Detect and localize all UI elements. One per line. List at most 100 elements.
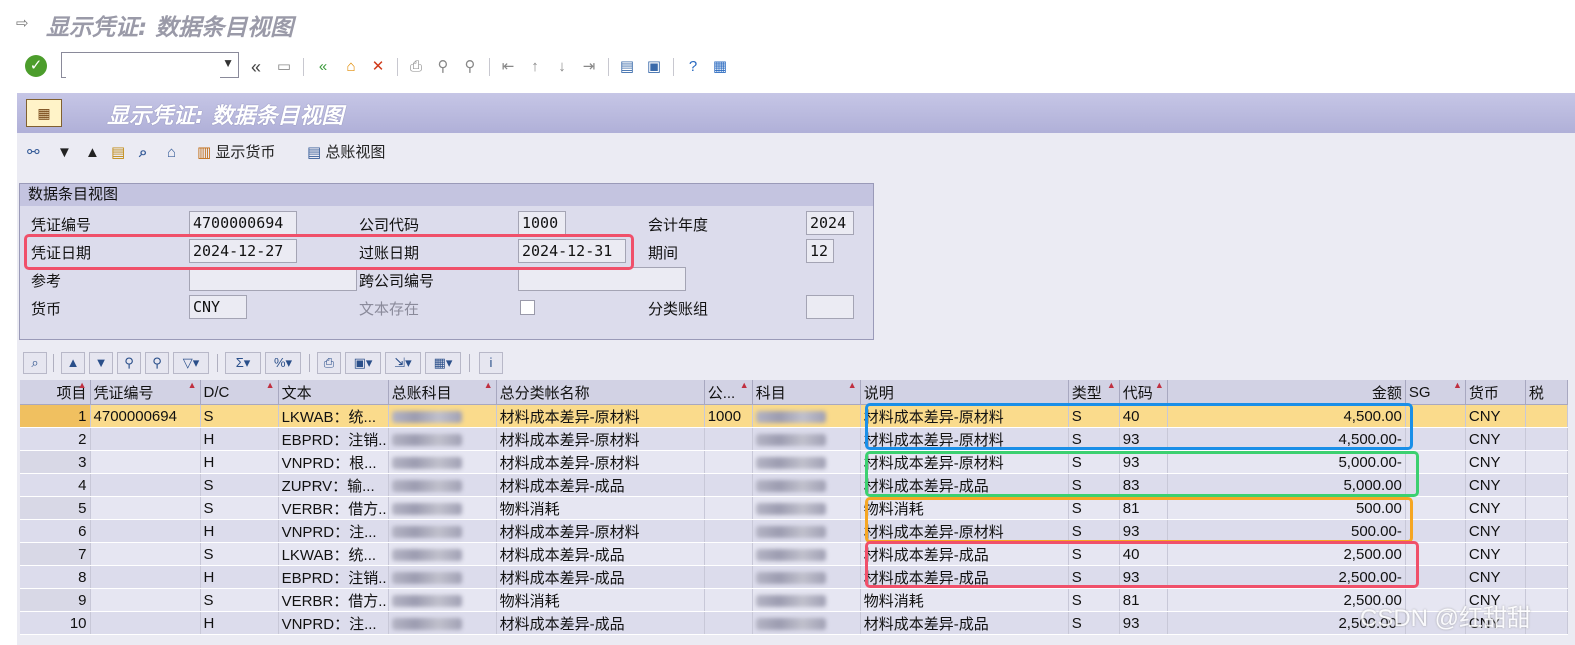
column-header[interactable]: 说明 bbox=[860, 380, 1069, 405]
table-row[interactable]: 3 H VNPRD：根... 材料成本差异-原材料 材料成本差异-原材料 S 9… bbox=[20, 450, 1569, 474]
filter-icon[interactable]: ▽▾ bbox=[173, 352, 209, 374]
item-cell: 5 bbox=[20, 496, 91, 520]
currency-field[interactable]: CNY bbox=[189, 295, 247, 319]
column-header[interactable]: ▲ 总账科目 bbox=[388, 380, 497, 405]
command-field[interactable]: ▼ bbox=[61, 52, 239, 78]
currency-cell: CNY bbox=[1465, 565, 1526, 589]
find-next-icon[interactable]: ⚲ bbox=[459, 56, 481, 78]
system-toolbar: ✓ ▼ « ▭ « ⌂ ✕ ⎙ ⚲ ⚲ ⇤ ↑ ↓ ⇥ ▤ ▣ ? ▦ bbox=[0, 46, 1575, 88]
export-icon[interactable]: ⇲▾ bbox=[385, 352, 421, 374]
find-icon[interactable]: ⚲ bbox=[117, 352, 141, 374]
first-page-icon[interactable]: ⇤ bbox=[497, 56, 519, 78]
document-number-field[interactable]: 4700000694 bbox=[189, 211, 297, 235]
dc-cell: H bbox=[200, 565, 279, 589]
sg-cell bbox=[1405, 542, 1466, 566]
next-item-icon[interactable]: ▲ bbox=[85, 142, 100, 164]
company-code-field[interactable]: 1000 bbox=[518, 211, 566, 235]
description-cell: 材料成本差异-原材料 bbox=[860, 427, 1069, 451]
sg-cell bbox=[1405, 404, 1466, 428]
shortcut-icon[interactable]: ▣ bbox=[643, 56, 665, 78]
doc-cell bbox=[90, 496, 201, 520]
item-cell: 10 bbox=[20, 611, 91, 635]
chevron-down-icon[interactable]: ▼ bbox=[222, 56, 234, 70]
collapse-icon[interactable]: « bbox=[245, 56, 267, 78]
table-row[interactable]: 4 S ZUPRV：输... 材料成本差异-成品 材料成本差异-成品 S 83 … bbox=[20, 473, 1569, 497]
gl-name-cell: 物料消耗 bbox=[496, 588, 705, 612]
posting-date-field[interactable]: 2024-12-31 bbox=[518, 239, 626, 263]
dc-cell: S bbox=[200, 404, 279, 428]
column-header[interactable]: ▲ SG bbox=[1405, 380, 1466, 405]
column-header[interactable]: 税 bbox=[1525, 380, 1569, 405]
exit-nav-icon[interactable]: ⌂ bbox=[340, 56, 362, 78]
previous-item-icon[interactable]: ▼ bbox=[57, 142, 72, 164]
sg-cell bbox=[1405, 473, 1466, 497]
save-icon[interactable]: ▭ bbox=[273, 56, 295, 78]
info-icon[interactable]: i bbox=[479, 352, 503, 374]
table-row[interactable]: 9 S VERBR：借方... 物料消耗 物料消耗 S 81 2,500.00 … bbox=[20, 588, 1569, 612]
ledger-group-field[interactable] bbox=[806, 295, 854, 319]
fiscal-year-field[interactable]: 2024 bbox=[806, 211, 854, 235]
tax-cell bbox=[1525, 473, 1569, 497]
last-page-icon[interactable]: ⇥ bbox=[578, 56, 600, 78]
table-row[interactable]: 8 H EBPRD：注销... 材料成本差异-成品 材料成本差异-成品 S 93… bbox=[20, 565, 1569, 589]
account-cell bbox=[752, 565, 861, 589]
table-row[interactable]: 1 4700000694 S LKWAB：统... 材料成本差异-原材料 100… bbox=[20, 404, 1569, 428]
print-preview-icon[interactable]: ⎙ bbox=[317, 352, 341, 374]
column-header[interactable]: 总分类帐名称 bbox=[496, 380, 705, 405]
general-ledger-view-button[interactable]: ▤ 总账视图 bbox=[307, 142, 385, 164]
column-header[interactable]: ▲ 科目 bbox=[752, 380, 861, 405]
table-row[interactable]: 2 H EBPRD：注销... 材料成本差异-原材料 材料成本差异-原材料 S … bbox=[20, 427, 1569, 451]
details-icon[interactable]: ⌕ bbox=[23, 352, 47, 374]
text-exists-checkbox[interactable] bbox=[520, 300, 535, 315]
previous-page-icon[interactable]: ↑ bbox=[524, 56, 546, 78]
next-page-icon[interactable]: ↓ bbox=[551, 56, 573, 78]
table-row[interactable]: 10 H VNPRD：注... 材料成本差异-成品 材料成本差异-成品 S 93… bbox=[20, 611, 1569, 635]
sort-descending-icon[interactable]: ▼ bbox=[89, 352, 113, 374]
subtotal-icon[interactable]: %▾ bbox=[265, 352, 301, 374]
period-field[interactable]: 12 bbox=[806, 239, 834, 263]
table-row[interactable]: 7 S LKWAB：统... 材料成本差异-成品 材料成本差异-成品 S 40 … bbox=[20, 542, 1569, 566]
print-icon[interactable]: ⎙ bbox=[405, 56, 427, 78]
layout-icon[interactable]: ▦▾ bbox=[425, 352, 461, 374]
document-date-field[interactable]: 2024-12-27 bbox=[189, 239, 297, 263]
gl-account-cell bbox=[388, 404, 497, 428]
command-input[interactable] bbox=[66, 54, 220, 78]
column-header[interactable]: 货币 bbox=[1465, 380, 1526, 405]
column-header[interactable]: 文本 bbox=[278, 380, 389, 405]
column-header[interactable]: ▲ 代码 bbox=[1119, 380, 1168, 405]
glasses-icon[interactable]: ⚯ bbox=[27, 142, 40, 164]
help-icon[interactable]: ? bbox=[682, 56, 704, 78]
table-row[interactable]: 5 S VERBR：借方... 物料消耗 物料消耗 S 81 500.00 CN… bbox=[20, 496, 1569, 520]
taxes-icon[interactable]: ⌂ bbox=[167, 142, 176, 164]
column-header[interactable]: ▲ 类型 bbox=[1068, 380, 1120, 405]
enter-button[interactable]: ✓ bbox=[25, 55, 47, 77]
sum-icon[interactable]: Σ▾ bbox=[225, 352, 261, 374]
column-header[interactable]: ▲ D/C bbox=[200, 380, 279, 405]
column-header[interactable]: ▲ 公... bbox=[704, 380, 753, 405]
cancel-icon[interactable]: ✕ bbox=[367, 56, 389, 78]
type-cell: S bbox=[1068, 427, 1120, 451]
display-currency-button[interactable]: ▥ 显示货币 bbox=[197, 142, 275, 164]
column-header[interactable]: 金额 bbox=[1167, 380, 1406, 405]
document-icon[interactable]: ▦ bbox=[26, 99, 62, 127]
amount-cell: 2,500.00 bbox=[1167, 542, 1406, 566]
cross-company-field[interactable] bbox=[518, 267, 686, 291]
find-icon[interactable]: ⚲ bbox=[432, 56, 454, 78]
sort-ascending-icon[interactable]: ▲ bbox=[61, 352, 85, 374]
account-cell bbox=[752, 588, 861, 612]
back-icon[interactable]: « bbox=[312, 56, 334, 78]
table-row[interactable]: 6 H VNPRD：注... 材料成本差异-原材料 材料成本差异-原材料 S 9… bbox=[20, 519, 1569, 543]
exit-icon[interactable]: ⇨ bbox=[16, 14, 34, 32]
new-session-icon[interactable]: ▤ bbox=[616, 56, 638, 78]
customize-layout-icon[interactable]: ▦ bbox=[709, 56, 731, 78]
find-next-icon[interactable]: ⚲ bbox=[145, 352, 169, 374]
column-header[interactable]: ▲ 项目 bbox=[20, 380, 91, 405]
search-icon[interactable]: ⌕ bbox=[139, 142, 147, 164]
reference-field[interactable] bbox=[189, 267, 357, 291]
document-header-icon[interactable]: ▤ bbox=[111, 142, 125, 164]
gl-name-cell: 物料消耗 bbox=[496, 496, 705, 520]
column-header[interactable]: ▲ 凭证编号 bbox=[90, 380, 201, 405]
currency-cell: CNY bbox=[1465, 427, 1526, 451]
views-icon[interactable]: ▣▾ bbox=[345, 352, 381, 374]
reference-label: 参考 bbox=[31, 273, 62, 290]
